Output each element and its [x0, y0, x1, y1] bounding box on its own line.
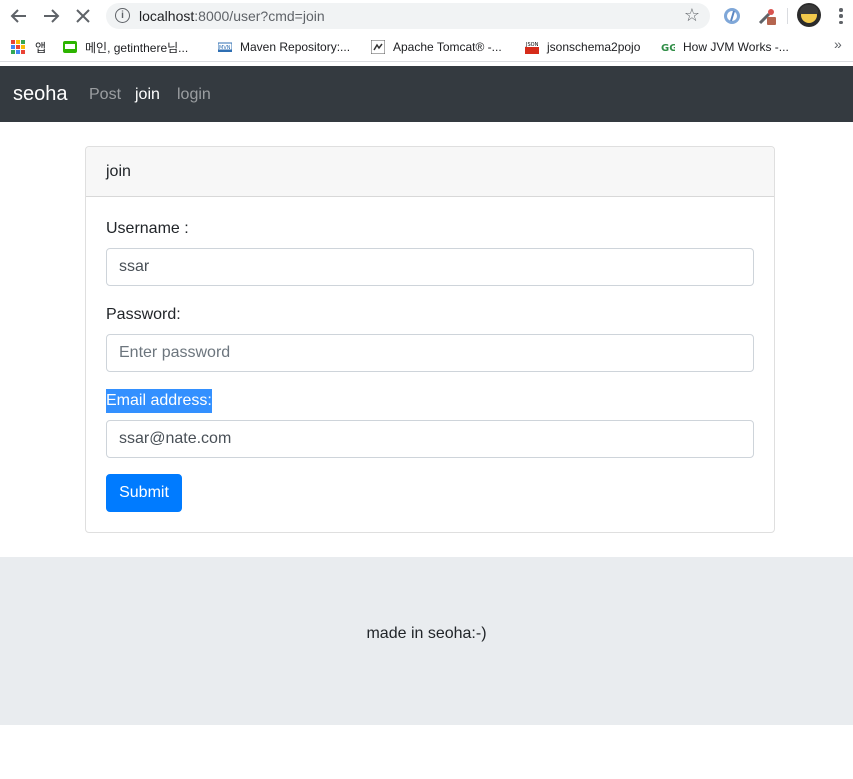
bookmark-maven[interactable]: MVN Maven Repository:... — [218, 38, 350, 56]
bookmark-label: jsonschema2pojo — [547, 40, 641, 54]
nav-link-login[interactable]: login — [177, 86, 211, 104]
eyedropper-extension-icon[interactable] — [756, 5, 778, 27]
bookmark-label: Maven Repository:... — [240, 40, 351, 54]
username-input[interactable] — [106, 248, 754, 286]
address-bar[interactable]: i localhost:8000/user?cmd=join ☆ — [106, 3, 710, 29]
bookmarks-bar: 앱 메인, getinthere님... MVN Maven Repositor… — [0, 32, 853, 62]
bookmark-label: 메인, getinthere님... — [85, 40, 189, 55]
email-label: Email address: — [106, 389, 212, 413]
nav-link-join[interactable]: join — [135, 86, 160, 104]
url-path: :8000/user?cmd=join — [194, 8, 325, 24]
footer: made in seoha:-) — [0, 557, 853, 725]
footer-text: made in seoha:-) — [366, 625, 487, 642]
svg-text:MVN: MVN — [219, 45, 231, 51]
bookmark-label: 앱 — [35, 40, 47, 55]
bookmark-label: How JVM Works -... — [683, 40, 789, 54]
browser-menu-icon[interactable] — [836, 6, 846, 26]
bookmark-apps[interactable]: 앱 — [11, 38, 46, 56]
profile-avatar[interactable] — [797, 3, 821, 27]
bookmark-tomcat[interactable]: Apache Tomcat® -... — [371, 38, 502, 56]
email-input[interactable] — [106, 420, 754, 458]
bookmark-star-icon[interactable]: ☆ — [684, 5, 700, 26]
bookmark-jsonschema[interactable]: JSON jsonschema2pojo — [525, 38, 640, 56]
maven-icon: MVN — [218, 42, 232, 52]
nav-link-post[interactable]: Post — [89, 86, 121, 104]
back-arrow-icon[interactable] — [6, 4, 32, 28]
browser-toolbar: i localhost:8000/user?cmd=join ☆ — [0, 0, 853, 32]
url-host: localhost — [139, 8, 195, 24]
json-icon: JSON — [525, 40, 539, 54]
site-navbar: seoha Post join login — [0, 66, 853, 122]
stop-loading-icon[interactable] — [70, 4, 96, 28]
extension-icon[interactable] — [721, 5, 743, 27]
password-input[interactable] — [106, 334, 754, 372]
username-label: Username : — [106, 220, 189, 237]
bookmark-jvm[interactable]: GG How JVM Works -... — [661, 38, 789, 56]
card-header: join — [86, 147, 774, 197]
forward-arrow-icon[interactable] — [38, 4, 64, 28]
svg-text:GG: GG — [661, 43, 675, 54]
geeksforgeeks-icon: GG — [661, 43, 675, 54]
toolbar-divider — [787, 8, 788, 24]
more-bookmarks-icon[interactable]: » — [834, 36, 842, 52]
bookmark-label: Apache Tomcat® -... — [393, 40, 502, 54]
password-label: Password: — [106, 306, 181, 323]
navbar-brand[interactable]: seoha — [13, 83, 68, 106]
url-text: localhost:8000/user?cmd=join — [139, 8, 325, 24]
submit-button[interactable]: Submit — [106, 474, 182, 512]
blog-icon — [63, 41, 77, 53]
bookmark-blog[interactable]: 메인, getinthere님... — [63, 38, 188, 56]
tomcat-icon — [371, 40, 385, 54]
join-card: join Username : Password: Email address:… — [85, 146, 775, 533]
svg-text:JSON: JSON — [525, 42, 539, 48]
apps-grid-icon — [11, 40, 25, 54]
site-info-icon[interactable]: i — [115, 8, 130, 23]
